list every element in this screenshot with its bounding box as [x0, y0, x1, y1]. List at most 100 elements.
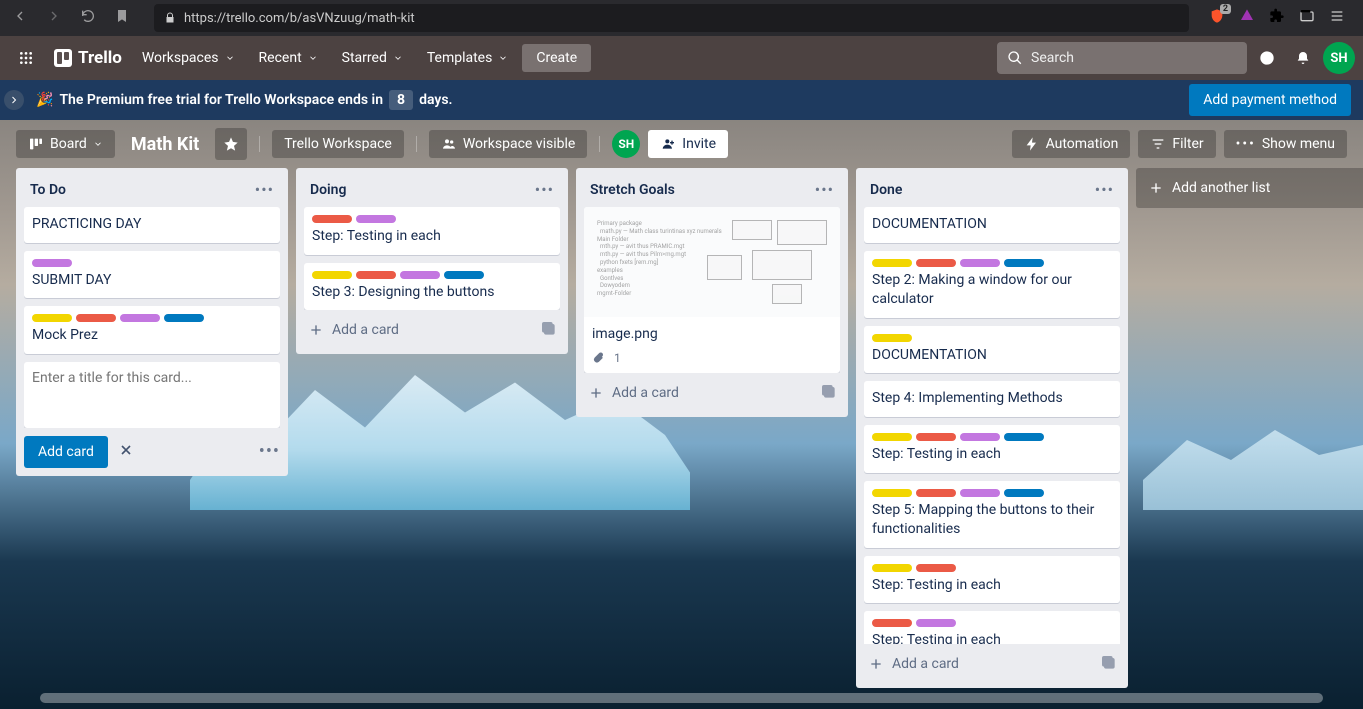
template-icon[interactable]	[820, 383, 836, 403]
card[interactable]: Mock Prez	[24, 306, 280, 354]
member-avatar[interactable]: SH	[612, 130, 640, 158]
card[interactable]: Step 4: Implementing Methods	[864, 381, 1120, 417]
workspace-button[interactable]: Trello Workspace	[272, 130, 404, 158]
trello-logo[interactable]: Trello	[48, 48, 128, 68]
add-payment-button[interactable]: Add payment method	[1189, 84, 1351, 116]
browser-menu-icon[interactable]	[1329, 8, 1345, 28]
label-blue[interactable]	[1004, 489, 1044, 497]
list: Doing ••• Step: Testing in each Step 3: Des…	[296, 168, 568, 354]
card[interactable]: SUBMIT DAY	[24, 251, 280, 299]
label-red[interactable]	[872, 619, 912, 627]
label-red[interactable]	[76, 314, 116, 322]
templates-menu[interactable]: Templates	[417, 44, 519, 72]
automation-button[interactable]: Automation	[1012, 130, 1131, 158]
label-purple[interactable]	[960, 489, 1000, 497]
label-red[interactable]	[916, 489, 956, 497]
notifications-icon[interactable]	[1287, 42, 1319, 74]
card[interactable]: Step: Testing in each	[864, 611, 1120, 644]
list-title[interactable]: Stretch Goals	[590, 182, 675, 198]
card[interactable]: Step 2: Making a window for our calculat…	[864, 251, 1120, 318]
filter-button[interactable]: Filter	[1138, 130, 1215, 158]
card[interactable]: DOCUMENTATION	[864, 207, 1120, 243]
list-title[interactable]: Doing	[310, 182, 346, 198]
label-yellow[interactable]	[872, 489, 912, 497]
star-button[interactable]	[215, 128, 247, 160]
card[interactable]: Primary package math.py — Math class tur…	[584, 207, 840, 373]
label-blue[interactable]	[1004, 259, 1044, 267]
card[interactable]: Step 3: Designing the buttons	[304, 263, 560, 311]
add-card-row[interactable]: Add a card	[304, 314, 560, 346]
label-yellow[interactable]	[872, 564, 912, 572]
banner-collapse-icon[interactable]	[4, 90, 24, 110]
label-purple[interactable]	[400, 271, 440, 279]
search-input[interactable]	[1031, 50, 1237, 66]
forward-button[interactable]	[42, 4, 66, 32]
info-icon[interactable]	[1251, 42, 1283, 74]
list-title[interactable]: To Do	[30, 182, 66, 198]
label-purple[interactable]	[916, 619, 956, 627]
label-purple[interactable]	[960, 433, 1000, 441]
card[interactable]: Step 5: Mapping the buttons to their fun…	[864, 481, 1120, 548]
reload-button[interactable]	[76, 4, 100, 32]
card[interactable]: PRACTICING DAY	[24, 207, 280, 243]
visibility-button[interactable]: Workspace visible	[429, 130, 587, 158]
board-title[interactable]: Math Kit	[123, 134, 207, 155]
label-blue[interactable]	[444, 271, 484, 279]
label-yellow[interactable]	[32, 314, 72, 322]
compose-menu-icon[interactable]: •••	[259, 441, 280, 462]
label-purple[interactable]	[120, 314, 160, 322]
list-menu-icon[interactable]: •••	[1095, 180, 1114, 199]
add-user-icon	[660, 136, 676, 152]
board-view-button[interactable]: Board	[16, 130, 115, 158]
invite-button[interactable]: Invite	[648, 130, 728, 158]
label-blue[interactable]	[1004, 433, 1044, 441]
label-red[interactable]	[916, 259, 956, 267]
label-red[interactable]	[916, 564, 956, 572]
create-button[interactable]: Create	[522, 44, 591, 72]
label-red[interactable]	[356, 271, 396, 279]
label-blue[interactable]	[164, 314, 204, 322]
label-red[interactable]	[916, 433, 956, 441]
close-icon[interactable]	[118, 442, 134, 462]
template-icon[interactable]	[1100, 654, 1116, 674]
label-yellow[interactable]	[872, 433, 912, 441]
add-list-button[interactable]: Add another list	[1136, 168, 1363, 208]
url-bar[interactable]: https://trello.com/b/asVNzuug/math-kit	[154, 4, 1189, 32]
label-yellow[interactable]	[872, 259, 912, 267]
recent-menu[interactable]: Recent	[249, 44, 328, 72]
user-avatar[interactable]: SH	[1323, 42, 1355, 74]
list-menu-icon[interactable]: •••	[535, 180, 554, 199]
list-menu-icon[interactable]: •••	[255, 180, 274, 199]
label-purple[interactable]	[960, 259, 1000, 267]
list-title[interactable]: Done	[870, 182, 902, 198]
list: Stretch Goals ••• Primary package math.py …	[576, 168, 848, 417]
search-box[interactable]	[997, 42, 1247, 74]
bookmark-button[interactable]	[110, 4, 134, 32]
template-icon[interactable]	[540, 320, 556, 340]
card[interactable]: Step: Testing in each	[864, 425, 1120, 473]
workspaces-menu[interactable]: Workspaces	[132, 44, 245, 72]
label-purple[interactable]	[356, 215, 396, 223]
show-menu-button[interactable]: ••• Show menu	[1224, 130, 1347, 158]
wallet-icon[interactable]	[1299, 8, 1315, 28]
card[interactable]: Step: Testing in each	[864, 556, 1120, 604]
add-card-row[interactable]: Add a card	[864, 648, 1120, 680]
back-button[interactable]	[8, 4, 32, 32]
label-purple[interactable]	[32, 259, 72, 267]
starred-menu[interactable]: Starred	[332, 44, 413, 72]
label-red[interactable]	[312, 215, 352, 223]
brave-icon[interactable]	[1239, 8, 1255, 28]
extensions-icon[interactable]	[1269, 8, 1285, 28]
apps-switcher-icon[interactable]	[8, 44, 44, 72]
add-card-row[interactable]: Add a card	[584, 377, 840, 409]
list-menu-icon[interactable]: •••	[815, 180, 834, 199]
new-card-input[interactable]	[32, 370, 272, 402]
card[interactable]: Step: Testing in each	[304, 207, 560, 255]
label-yellow[interactable]	[312, 271, 352, 279]
shield-icon[interactable]: 2	[1209, 8, 1225, 28]
label-yellow[interactable]	[872, 334, 912, 342]
card[interactable]: DOCUMENTATION	[864, 326, 1120, 374]
horizontal-scrollbar[interactable]	[40, 693, 1323, 703]
add-card-button[interactable]: Add card	[24, 436, 108, 468]
party-icon: 🎉	[36, 92, 53, 108]
